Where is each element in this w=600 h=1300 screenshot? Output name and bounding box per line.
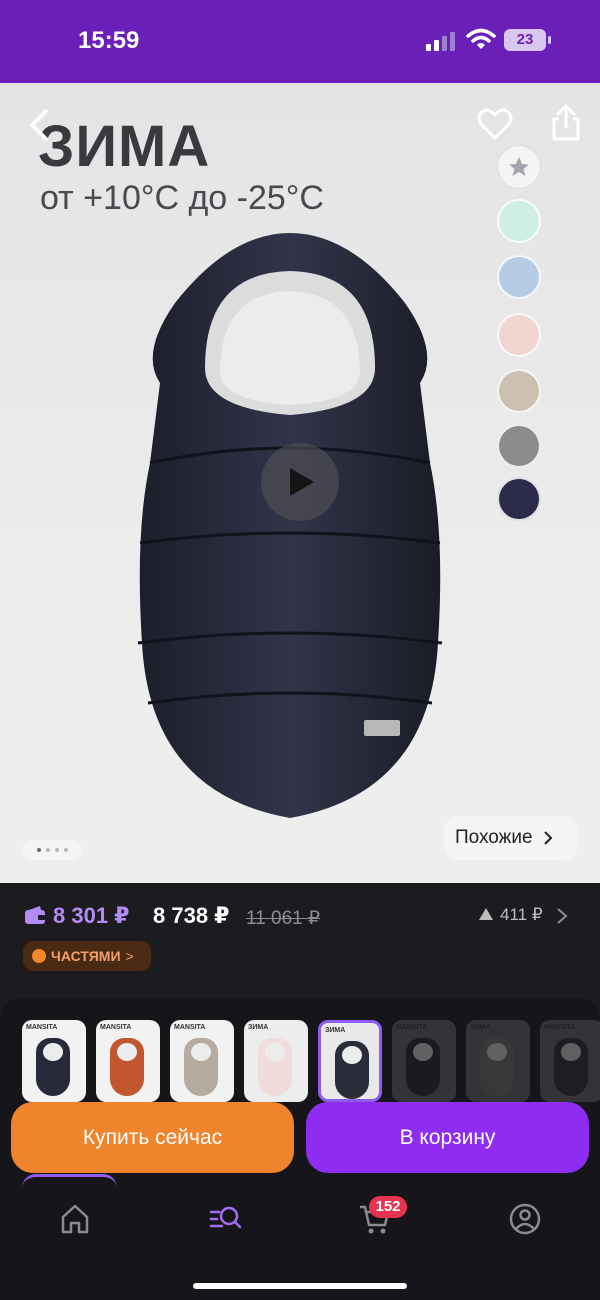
chevron-right-icon[interactable] bbox=[556, 907, 568, 925]
thumbnail-label: MANSITA bbox=[100, 1024, 132, 1031]
play-icon bbox=[290, 468, 314, 496]
favorite-swatch[interactable] bbox=[497, 145, 541, 189]
cart-count-badge: 152 bbox=[369, 1196, 407, 1218]
signal-icon bbox=[426, 32, 455, 51]
status-bar: 15:59 23 bbox=[0, 0, 600, 83]
pagination-dot bbox=[45, 848, 50, 852]
play-video-button[interactable] bbox=[261, 443, 339, 521]
variant-thumbnails[interactable]: MANSITA MANSITA MANSITA ЗИМА ЗИМА MANSIT… bbox=[22, 1020, 600, 1102]
price-old: 11 061 ₽ bbox=[246, 908, 321, 929]
home-icon[interactable] bbox=[58, 1202, 92, 1236]
price-current: 8 738 ₽ bbox=[153, 903, 230, 928]
variant-thumbnail[interactable]: ЗИМА bbox=[466, 1020, 530, 1102]
variant-thumbnail[interactable]: MANSITA bbox=[170, 1020, 234, 1102]
color-swatch[interactable] bbox=[497, 477, 541, 521]
wallet-icon bbox=[25, 906, 45, 924]
pagination-dot bbox=[54, 848, 59, 852]
pie-icon bbox=[32, 949, 46, 963]
installments-label: ЧАСТЯМИ bbox=[51, 948, 121, 964]
color-swatch[interactable] bbox=[497, 424, 541, 468]
catalog-search-icon[interactable] bbox=[208, 1202, 242, 1236]
variant-thumbnail[interactable]: MANSITA bbox=[22, 1020, 86, 1102]
thumbnail-label: ЗИМА bbox=[248, 1024, 269, 1031]
variant-thumbnail-selected[interactable]: ЗИМА bbox=[318, 1020, 382, 1102]
thumbnail-label: MANSITA bbox=[544, 1024, 576, 1031]
pagination-dot bbox=[63, 848, 68, 852]
similar-button[interactable]: Похожие bbox=[444, 816, 578, 860]
price-wallet: 8 301 ₽ bbox=[53, 903, 130, 928]
installments-badge[interactable]: ЧАСТЯМИ > bbox=[23, 941, 151, 971]
price-section: 8 301 ₽ 8 738 ₽ 11 061 ₽ 411 ₽ ЧАСТЯМИ > bbox=[0, 883, 600, 1000]
color-swatch[interactable] bbox=[497, 369, 541, 413]
back-icon[interactable] bbox=[22, 107, 58, 143]
color-swatch[interactable] bbox=[497, 313, 541, 357]
variant-thumbnail[interactable]: MANSITA bbox=[392, 1020, 456, 1102]
buy-now-button[interactable]: Купить сейчас bbox=[11, 1102, 294, 1173]
product-gallery[interactable]: ЗИМА от +10°С до -25°С Похожие bbox=[0, 83, 600, 883]
product-image bbox=[137, 233, 443, 818]
thumbnail-label: MANSITA bbox=[396, 1024, 428, 1031]
thumbnail-label: ЗИМА bbox=[325, 1027, 346, 1034]
share-icon[interactable] bbox=[546, 103, 586, 143]
image-subtitle: от +10°С до -25°С bbox=[40, 179, 324, 217]
home-indicator bbox=[193, 1283, 407, 1289]
thumbnail-label: MANSITA bbox=[26, 1024, 58, 1031]
gallery-pagination bbox=[22, 840, 82, 860]
add-to-cart-button[interactable]: В корзину bbox=[306, 1102, 589, 1173]
color-swatch[interactable] bbox=[497, 255, 541, 299]
similar-label: Похожие bbox=[455, 827, 533, 848]
variant-thumbnail[interactable]: MANSITA bbox=[96, 1020, 160, 1102]
wifi-icon bbox=[466, 28, 496, 49]
profile-icon[interactable] bbox=[508, 1202, 542, 1236]
variant-thumbnail[interactable]: MANSITA bbox=[540, 1020, 600, 1102]
thumbnail-label: MANSITA bbox=[174, 1024, 206, 1031]
tab-indicator bbox=[22, 1174, 117, 1188]
star-icon bbox=[509, 157, 529, 176]
price-increase[interactable]: 411 ₽ bbox=[500, 905, 543, 925]
image-title: ЗИМА bbox=[38, 114, 211, 179]
thumbnail-label: ЗИМА bbox=[470, 1024, 491, 1031]
variant-thumbnail[interactable]: ЗИМА bbox=[244, 1020, 308, 1102]
chevron-right-icon bbox=[543, 831, 552, 845]
action-panel: MANSITA MANSITA MANSITA ЗИМА ЗИМА MANSIT… bbox=[0, 998, 600, 1300]
heart-icon[interactable] bbox=[476, 105, 514, 143]
pagination-dot bbox=[36, 848, 41, 852]
battery-icon: 23 bbox=[504, 29, 551, 51]
color-swatch[interactable] bbox=[497, 199, 541, 243]
price-up-icon bbox=[479, 908, 493, 920]
installments-chevron: > bbox=[125, 948, 134, 964]
status-time: 15:59 bbox=[78, 27, 140, 54]
